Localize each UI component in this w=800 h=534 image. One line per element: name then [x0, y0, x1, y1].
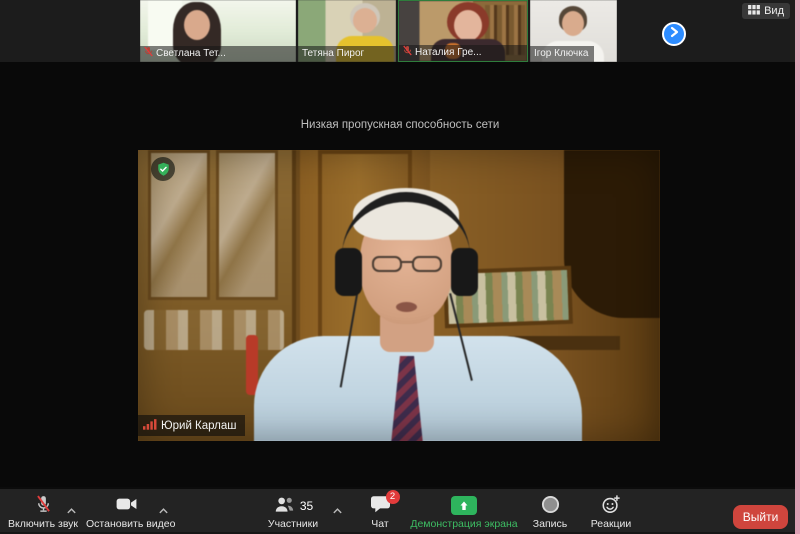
speaker-name-label: Юрий Карлаш — [138, 415, 245, 436]
chat-label: Чат — [371, 518, 389, 530]
speaker-name: Юрий Карлаш — [161, 419, 237, 432]
next-participants-page-button[interactable] — [662, 22, 686, 46]
video-thumbnail-igor[interactable]: Ігор Ключка — [530, 0, 617, 62]
reactions-button[interactable]: Реакции — [580, 495, 642, 530]
speaker-video-frame — [138, 150, 660, 441]
view-button[interactable]: Вид — [742, 3, 790, 19]
muted-mic-icon — [34, 494, 53, 517]
participants-button[interactable]: 35 Участники — [253, 495, 333, 530]
chat-bubble-icon: 2 — [370, 489, 400, 517]
participant-name: Светлана Тет... — [156, 48, 226, 59]
muted-mic-icon — [403, 45, 412, 61]
participant-name-label: Наталия Гре... — [399, 45, 527, 61]
participants-options-chevron[interactable] — [332, 502, 343, 520]
meeting-toolbar: Включить звук Остановить видео 35 Участн… — [0, 487, 800, 534]
video-thumbnail-nataliya[interactable]: Наталия Гре... — [398, 0, 528, 62]
video-thumbnail-svetlana[interactable]: Светлана Тет... — [140, 0, 296, 62]
participant-name-label: Светлана Тет... — [140, 46, 296, 62]
stop-video-label: Остановить видео — [86, 518, 176, 530]
chevron-right-icon — [669, 25, 679, 43]
participants-count: 35 — [299, 498, 314, 513]
leave-meeting-button[interactable]: Выйти — [733, 505, 788, 529]
encryption-shield-icon — [151, 157, 175, 181]
network-warning-text: Низкая пропускная способность сети — [300, 119, 500, 131]
share-screen-button[interactable]: Демонстрация экрана — [408, 495, 520, 530]
participant-name: Тетяна Пирог — [302, 48, 365, 59]
record-circle-icon — [541, 495, 560, 517]
participants-icon — [273, 495, 296, 517]
participants-label: Участники — [267, 518, 319, 530]
participant-name: Ігор Ключка — [534, 48, 589, 59]
audio-options-chevron[interactable] — [66, 502, 77, 520]
participant-name-label: Ігор Ключка — [530, 46, 595, 62]
record-button[interactable]: Запись — [522, 495, 578, 530]
chat-button[interactable]: 2 Чат — [352, 489, 408, 530]
view-button-label: Вид — [764, 5, 784, 17]
record-label: Запись — [532, 518, 568, 530]
share-screen-label: Демонстрация экрана — [410, 518, 518, 530]
smiley-plus-icon — [601, 494, 621, 517]
chat-unread-badge: 2 — [385, 489, 400, 504]
right-edge-strip — [795, 0, 800, 534]
video-thumbnail-tetyana[interactable]: Тетяна Пирог — [298, 0, 396, 62]
camera-icon — [115, 495, 138, 516]
reactions-label: Реакции — [590, 518, 632, 530]
muted-mic-icon — [144, 46, 153, 62]
stop-video-button[interactable]: Остановить видео — [86, 495, 176, 530]
participants-strip: Светлана Тет... Тетяна Пирог Наталия Гре… — [0, 0, 800, 62]
participant-name: Наталия Гре... — [415, 47, 482, 58]
video-options-chevron[interactable] — [158, 502, 169, 520]
main-stage: Низкая пропускная способность сети Юрий … — [0, 62, 800, 487]
gallery-grid-icon — [748, 4, 761, 18]
network-signal-icon — [143, 418, 157, 433]
share-screen-icon — [451, 496, 477, 515]
active-speaker-video: Юрий Карлаш — [138, 150, 660, 441]
participant-name-label: Тетяна Пирог — [298, 46, 396, 62]
